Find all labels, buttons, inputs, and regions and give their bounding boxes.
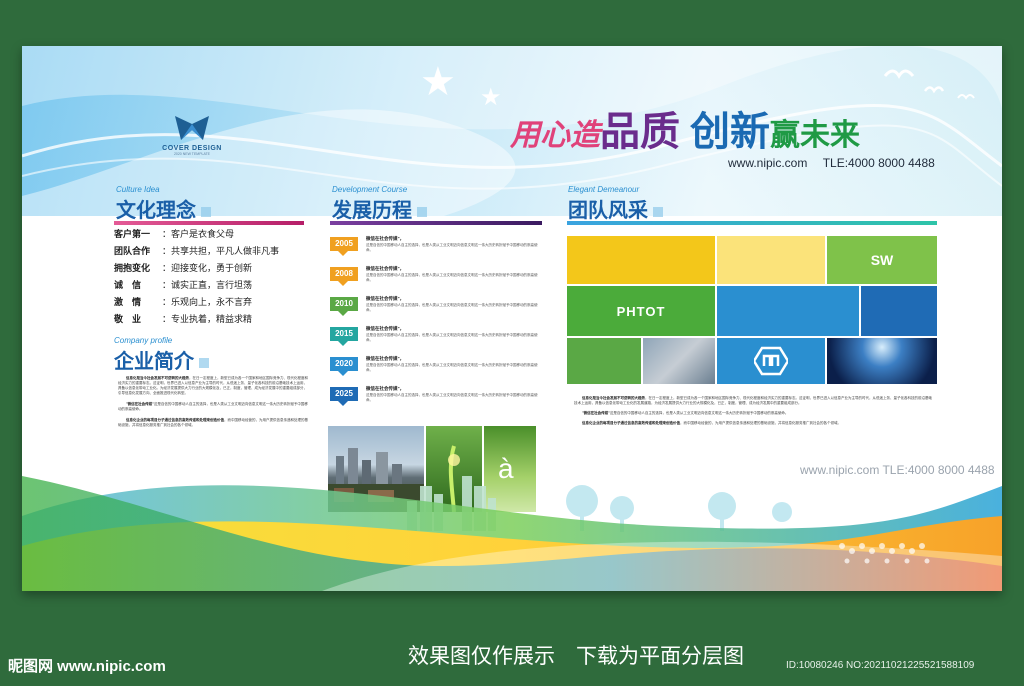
footer-note: 效果图仅作展示 下载为平面分层图 [408,645,744,668]
image-id: ID:10080246 NO:20211021225521588109 [786,660,975,671]
site-logo[interactable]: 昵图网 www.nipic.com [8,655,166,676]
display-board: ★ ★ COVER DESIGN 2020 NEW TEMPLATE 用心造品质… [22,46,1002,591]
bottom-decoration [22,476,1002,591]
